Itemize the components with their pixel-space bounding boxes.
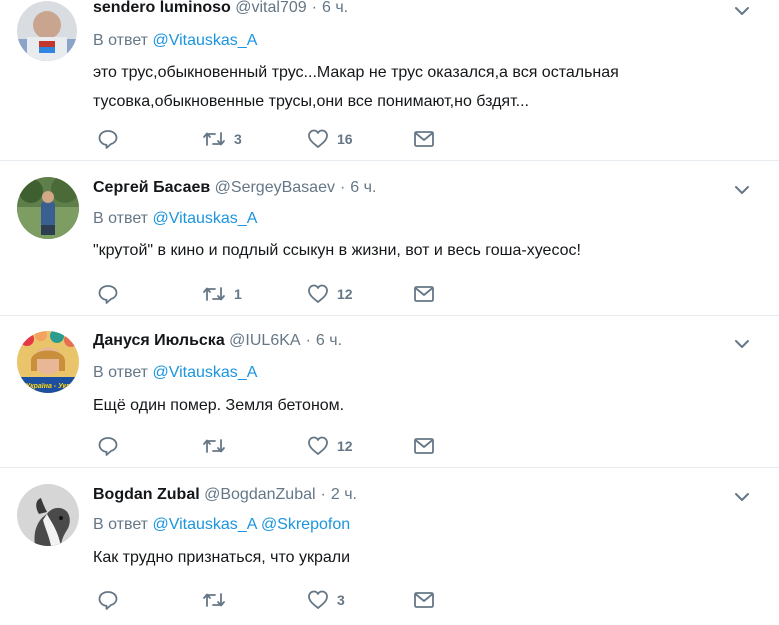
username[interactable]: @SergeyBasaev [215, 179, 335, 196]
reply-icon [98, 130, 118, 149]
retweet-icon [203, 593, 225, 607]
tweet-text-line: это трус,обыкновенный трус...Макар не тр… [93, 64, 619, 81]
reply-context: В ответ @Vitauskas_A @Skrepofon [93, 516, 350, 534]
mention-link[interactable]: @Skrepofon [261, 516, 350, 533]
separator: · [339, 179, 346, 196]
like-count: 12 [337, 286, 353, 302]
display-name[interactable]: Дануся Июльска [93, 332, 225, 349]
username[interactable]: @IUL6KA [229, 332, 300, 349]
mention-link[interactable]: @Vitauskas_A [152, 32, 257, 49]
envelope-icon [414, 592, 434, 608]
reply-prefix: В ответ [93, 210, 149, 227]
reply-context: В ответ @Vitauskas_A [93, 210, 257, 228]
timestamp[interactable]: 6 ч. [350, 179, 376, 196]
separator: · [311, 0, 317, 16]
like-count: 3 [337, 592, 345, 608]
tweet-text-line: Ещё один помер. Земля бетоном. [93, 397, 345, 414]
tweet-actions: 3 16 [97, 128, 497, 150]
tweet-header: Дануся Июльска @IUL6KA · 6 ч. [93, 332, 342, 350]
avatar[interactable] [17, 484, 79, 546]
username[interactable]: @BogdanZubal [204, 486, 315, 503]
retweet-button[interactable] [202, 435, 234, 457]
direct-message-button[interactable] [413, 128, 435, 150]
reply-button[interactable] [97, 435, 119, 457]
heart-icon [308, 129, 328, 148]
retweet-button[interactable]: 1 [202, 283, 242, 305]
reply-button[interactable] [97, 589, 119, 611]
reply-prefix: В ответ [93, 516, 149, 533]
direct-message-button[interactable] [413, 435, 435, 457]
mention-link[interactable]: @Vitauskas_A [152, 210, 257, 227]
tweet-header: Bogdan Zubal @BogdanZubal · 2 ч. [93, 486, 357, 504]
tweet-text: Как трудно признаться, что украли [93, 543, 753, 572]
reply-prefix: В ответ [93, 32, 149, 49]
heart-icon [308, 436, 328, 455]
tweet-text-line: Как трудно признаться, что украли [93, 549, 351, 566]
tweet-text-line: тусовка,обыкновенные трусы,они все поним… [93, 93, 529, 110]
envelope-icon [414, 286, 434, 302]
reply-context: В ответ @Vitauskas_A [93, 32, 257, 50]
direct-message-button[interactable] [413, 283, 435, 305]
like-button[interactable]: 16 [307, 128, 353, 150]
chevron-down-icon[interactable] [733, 335, 751, 353]
display-name[interactable]: Bogdan Zubal [93, 486, 200, 503]
avatar[interactable] [17, 177, 79, 239]
tweet-actions: 1 12 [97, 283, 497, 305]
timestamp[interactable]: 6 ч. [316, 332, 342, 349]
like-count: 16 [337, 131, 353, 147]
like-button[interactable]: 12 [307, 435, 353, 457]
reply-icon [98, 591, 118, 610]
reply-icon [98, 285, 118, 304]
reply-feed: sendero luminoso @vital709 · 6 ч. В ответ … [0, 0, 779, 625]
tweet[interactable]: Україна - Укр Дануся Июльска @IUL6KA · 6 ч… [0, 316, 779, 468]
avatar[interactable] [17, 1, 77, 61]
direct-message-button[interactable] [413, 589, 435, 611]
reply-context: В ответ @Vitauskas_A [93, 364, 257, 382]
like-button[interactable]: 3 [307, 589, 345, 611]
like-count: 12 [337, 438, 353, 454]
reply-prefix: В ответ [93, 364, 149, 381]
tweet[interactable]: Сергей Басаев @SergeyBasaev · 6 ч. В ответ… [0, 161, 779, 316]
mention-link[interactable]: @Vitauskas_A [152, 364, 257, 381]
chevron-down-icon[interactable] [733, 2, 751, 20]
tweet-header: sendero luminoso @vital709 · 6 ч. [93, 0, 348, 17]
envelope-icon [414, 131, 434, 147]
tweet-actions: 3 [97, 589, 497, 611]
heart-icon [308, 590, 328, 609]
display-name[interactable]: sendero luminoso [93, 0, 231, 16]
display-name[interactable]: Сергей Басаев [93, 179, 210, 196]
retweet-icon [203, 287, 225, 301]
tweet-actions: 12 [97, 435, 497, 457]
reply-button[interactable] [97, 128, 119, 150]
timestamp[interactable]: 2 ч. [331, 486, 357, 503]
retweet-count: 3 [234, 131, 242, 147]
tweet[interactable]: Bogdan Zubal @BogdanZubal · 2 ч. В ответ @… [0, 468, 779, 625]
like-button[interactable]: 12 [307, 283, 353, 305]
tweet-text: Ещё один помер. Земля бетоном. [93, 391, 753, 420]
timestamp[interactable]: 6 ч. [322, 0, 348, 16]
tweet-text: "крутой" в кино и подлый ссыкун в жизни,… [93, 236, 753, 265]
separator: · [305, 332, 311, 349]
tweet-text-line: "крутой" в кино и подлый ссыкун в жизни,… [93, 242, 581, 259]
mention-link[interactable]: @Vitauskas_A [152, 516, 256, 533]
separator: · [320, 486, 326, 503]
heart-icon [308, 284, 328, 303]
reply-icon [98, 437, 118, 456]
retweet-icon [203, 439, 225, 453]
reply-button[interactable] [97, 283, 119, 305]
retweet-count: 1 [234, 286, 242, 302]
retweet-button[interactable]: 3 [202, 128, 242, 150]
avatar-badge-text: Україна - Укр [26, 383, 72, 390]
tweet-text: это трус,обыкновенный трус...Макар не тр… [93, 58, 753, 116]
avatar[interactable]: Україна - Укр [17, 331, 79, 393]
tweet-header: Сергей Басаев @SergeyBasaev · 6 ч. [93, 179, 376, 197]
envelope-icon [414, 438, 434, 454]
retweet-icon [203, 132, 225, 146]
tweet[interactable]: sendero luminoso @vital709 · 6 ч. В ответ … [0, 0, 779, 161]
chevron-down-icon[interactable] [733, 181, 751, 199]
username[interactable]: @vital709 [235, 0, 306, 16]
retweet-button[interactable] [202, 589, 234, 611]
chevron-down-icon[interactable] [733, 488, 751, 506]
